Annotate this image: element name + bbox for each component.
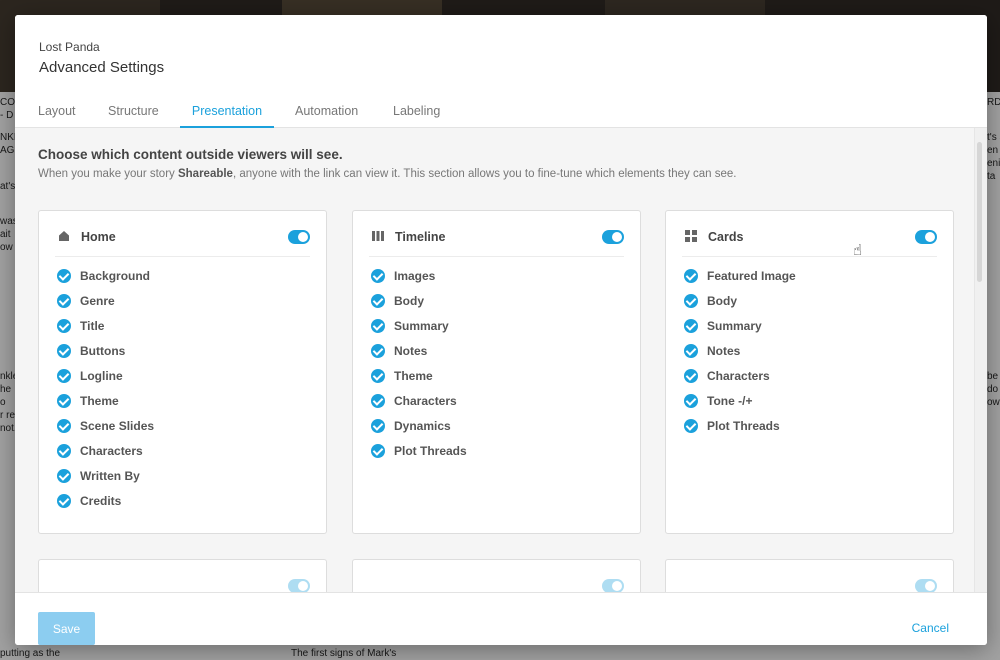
list-item[interactable]: Characters	[57, 444, 154, 469]
tab-automation[interactable]: Automation	[295, 104, 358, 128]
scrollbar-thumb[interactable]	[977, 142, 982, 282]
check-icon	[684, 344, 698, 358]
section-heading: Choose which content outside viewers wil…	[38, 147, 343, 162]
check-icon	[57, 269, 71, 283]
partial-toggle[interactable]	[288, 579, 310, 592]
card-header: Timeline	[369, 211, 624, 257]
story-name: Lost Panda	[39, 40, 100, 54]
list-item[interactable]: Genre	[57, 294, 154, 319]
check-icon	[57, 369, 71, 383]
modal-title: Advanced Settings	[39, 59, 165, 76]
timeline-card: Timeline Images Body Summary Notes Theme…	[352, 210, 641, 534]
check-icon	[684, 419, 698, 433]
tab-structure[interactable]: Structure	[108, 104, 159, 128]
check-icon	[371, 294, 385, 308]
modal-footer: Save Cancel	[15, 592, 987, 645]
card-title: Timeline	[395, 230, 446, 244]
hand-cursor-icon: ☝	[853, 242, 863, 259]
list-item[interactable]: Credits	[57, 494, 154, 519]
check-icon	[57, 344, 71, 358]
partial-card	[352, 559, 641, 592]
check-icon	[371, 419, 385, 433]
cards-card: Cards Featured Image Body Summary Notes …	[665, 210, 954, 534]
list-item[interactable]: Plot Threads	[371, 444, 467, 469]
list-item[interactable]: Logline	[57, 369, 154, 394]
check-icon	[57, 419, 71, 433]
shareable-text: Shareable	[177, 168, 233, 180]
check-icon	[684, 294, 698, 308]
partial-card	[38, 559, 327, 592]
list-item[interactable]: Characters	[371, 394, 467, 419]
list-item[interactable]: Plot Threads	[684, 419, 796, 444]
home-items: Background Genre Title Buttons Logline T…	[57, 269, 154, 519]
partial-toggle[interactable]	[602, 579, 624, 592]
check-icon	[371, 394, 385, 408]
cancel-button[interactable]: Cancel	[912, 621, 949, 635]
card-title: Home	[81, 230, 116, 244]
card-header: Home	[55, 211, 310, 257]
modal-header: Lost Panda Advanced Settings Layout Stru…	[15, 15, 987, 128]
list-item[interactable]: Summary	[684, 319, 796, 344]
partial-toggle[interactable]	[915, 579, 937, 592]
check-icon	[57, 394, 71, 408]
check-icon	[684, 394, 698, 408]
check-icon	[684, 319, 698, 333]
presentation-panel: Choose which content outside viewers wil…	[15, 128, 987, 592]
home-toggle[interactable]	[288, 230, 310, 244]
check-icon	[371, 444, 385, 458]
list-item[interactable]: Notes	[684, 344, 796, 369]
list-item[interactable]: Buttons	[57, 344, 154, 369]
list-item[interactable]: Featured Image	[684, 269, 796, 294]
timeline-toggle[interactable]	[602, 230, 624, 244]
list-item[interactable]: Written By	[57, 469, 154, 494]
list-item[interactable]: Title	[57, 319, 154, 344]
scrollbar-track[interactable]	[974, 128, 987, 592]
list-item[interactable]: Images	[371, 269, 467, 294]
check-icon	[57, 444, 71, 458]
tab-presentation[interactable]: Presentation	[180, 104, 274, 128]
save-button[interactable]: Save	[38, 612, 95, 645]
cards-items: Featured Image Body Summary Notes Charac…	[684, 269, 796, 444]
check-icon	[371, 319, 385, 333]
list-item[interactable]: Tone -/+	[684, 394, 796, 419]
home-icon	[59, 231, 69, 241]
list-item[interactable]: Background	[57, 269, 154, 294]
check-icon	[684, 369, 698, 383]
tab-layout[interactable]: Layout	[38, 104, 76, 128]
check-icon	[57, 469, 71, 483]
check-icon	[371, 344, 385, 358]
list-item[interactable]: Notes	[371, 344, 467, 369]
list-item[interactable]: Theme	[371, 369, 467, 394]
check-icon	[371, 369, 385, 383]
card-title: Cards	[708, 230, 744, 244]
list-item[interactable]: Summary	[371, 319, 467, 344]
list-item[interactable]: Scene Slides	[57, 419, 154, 444]
list-item[interactable]: Theme	[57, 394, 154, 419]
tab-labeling[interactable]: Labeling	[393, 104, 440, 128]
home-card: Home Background Genre Title Buttons Logl…	[38, 210, 327, 534]
list-item[interactable]: Dynamics	[371, 419, 467, 444]
check-icon	[371, 269, 385, 283]
check-icon	[57, 494, 71, 508]
check-icon	[57, 294, 71, 308]
check-icon	[57, 319, 71, 333]
list-item[interactable]: Body	[371, 294, 467, 319]
partial-card	[665, 559, 954, 592]
list-item[interactable]: Body	[684, 294, 796, 319]
list-item[interactable]: Characters	[684, 369, 796, 394]
timeline-items: Images Body Summary Notes Theme Characte…	[371, 269, 467, 469]
section-description: When you make your story Shareable, anyo…	[38, 168, 737, 180]
grid-icon	[685, 230, 697, 242]
card-header: Cards	[682, 211, 937, 257]
advanced-settings-modal: Lost Panda Advanced Settings Layout Stru…	[15, 15, 987, 645]
check-icon	[684, 269, 698, 283]
columns-icon	[372, 231, 384, 241]
cards-toggle[interactable]	[915, 230, 937, 244]
